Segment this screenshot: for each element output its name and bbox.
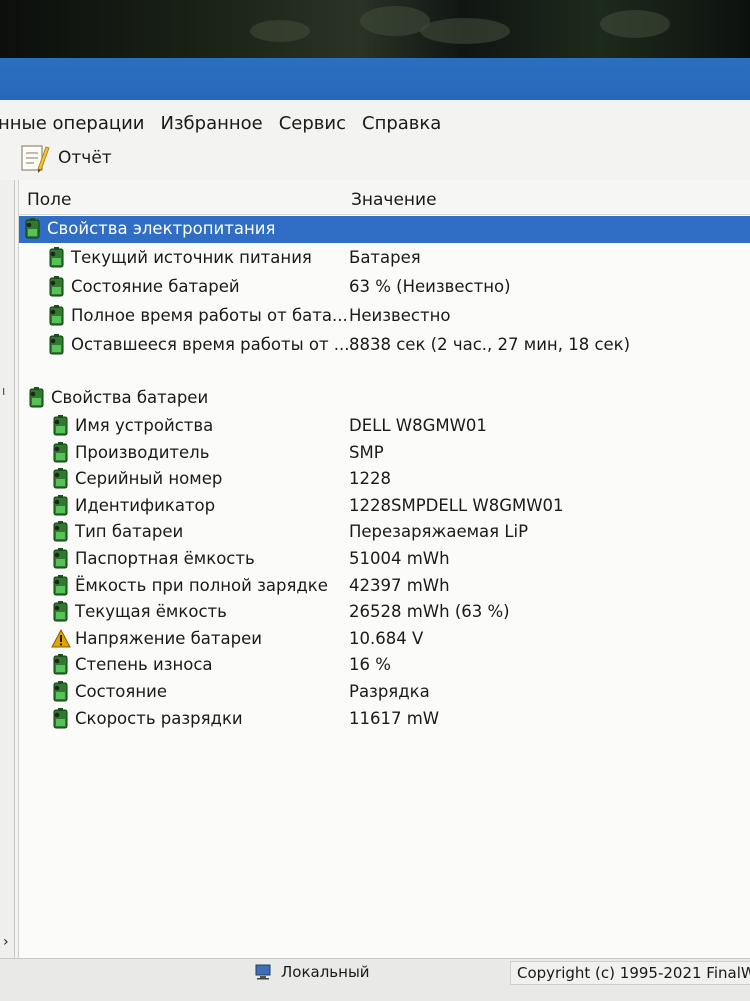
property-name: Степень износа xyxy=(75,655,213,675)
battery-icon xyxy=(51,441,71,464)
table-row[interactable]: Состояние Разрядка xyxy=(19,679,750,706)
table-row[interactable]: Идентификатор 1228SMPDELL W8GMW01 xyxy=(19,493,750,520)
table-row[interactable]: Текущая ёмкость 26528 mWh (63 %) xyxy=(19,599,750,626)
table-row[interactable]: Серийный номер 1228 xyxy=(19,466,750,493)
property-name: Имя устройства xyxy=(75,416,214,435)
field-column-header[interactable]: Поле xyxy=(27,190,72,210)
app-window: нные операции Избранное Сервис Справка О… xyxy=(0,100,750,958)
property-value: Разрядка xyxy=(349,682,430,701)
property-value: Перезаряжаемая LiP xyxy=(349,522,529,542)
table-row[interactable]: Состояние батарей 63 % (Неизвестно) xyxy=(19,274,750,301)
property-name: Текущая ёмкость xyxy=(75,602,227,622)
property-value: 1228SMPDELL W8GMW01 xyxy=(349,495,564,515)
battery-icon xyxy=(51,494,71,517)
table-row[interactable]: Паспортная ёмкость 51004 mWh xyxy=(19,546,750,573)
battery-icon xyxy=(51,548,71,570)
table-row[interactable]: Оставшееся время работы от ... 8838 сек (… xyxy=(19,332,750,359)
property-value: 10.684 V xyxy=(349,628,424,648)
battery-icon xyxy=(47,334,67,356)
warning-icon xyxy=(51,628,71,650)
property-name: Идентификатор xyxy=(75,495,216,515)
table-row[interactable]: Скорость разрядки 11617 mW xyxy=(19,706,750,733)
navigation-pane: ı › xyxy=(0,180,15,958)
menu-bar: нные операции Избранное Сервис Справка xyxy=(0,108,441,140)
property-name: Состояние xyxy=(75,682,167,701)
computer-icon xyxy=(255,964,271,980)
battery-icon xyxy=(51,468,71,490)
battery-icon xyxy=(51,681,71,703)
connection-label: Локальный xyxy=(281,963,370,981)
property-name: Полное время работы от бата... xyxy=(71,306,348,325)
property-value: 8838 сек (2 час., 27 мин, 18 сек) xyxy=(349,335,631,354)
property-value: Неизвестно xyxy=(349,306,451,325)
property-name: Текущий источник питания xyxy=(71,248,312,267)
property-value: 1228 xyxy=(349,469,391,489)
background-scenery xyxy=(0,0,750,60)
battery-icon xyxy=(51,574,71,597)
battery-icon xyxy=(47,247,67,269)
connection-status: Локальный xyxy=(255,963,370,981)
property-name: Свойства электропитания xyxy=(47,219,276,238)
property-name: Тип батареи xyxy=(75,522,184,542)
property-name: Состояние батарей xyxy=(71,277,240,296)
report-button[interactable]: Отчёт xyxy=(18,142,112,174)
battery-icon xyxy=(51,415,71,437)
menu-favorites[interactable]: Избранное xyxy=(161,108,263,140)
report-icon xyxy=(18,142,50,174)
property-value: 11617 mW xyxy=(349,708,440,728)
property-value: 42397 mWh xyxy=(349,575,450,595)
property-name: Оставшееся время работы от ... xyxy=(71,335,350,354)
section-battery-properties[interactable]: Свойства батареи xyxy=(19,385,750,412)
pane-marker: ı xyxy=(2,384,6,398)
property-value: 51004 mWh xyxy=(349,549,450,568)
battery-icon xyxy=(51,654,71,676)
battery-icon xyxy=(47,276,67,298)
report-label: Отчёт xyxy=(58,148,112,168)
property-value: 63 % (Неизвестно) xyxy=(349,277,511,296)
power-icon xyxy=(23,218,43,240)
table-row[interactable]: Имя устройства DELL W8GMW01 xyxy=(19,413,750,440)
property-name: Напряжение батареи xyxy=(75,628,262,648)
table-row[interactable]: Полное время работы от бата... Неизвестно xyxy=(19,303,750,330)
property-value: Батарея xyxy=(349,248,421,267)
property-value: SMP xyxy=(349,442,384,462)
property-value: 26528 mWh (63 %) xyxy=(349,602,510,622)
toolbar: Отчёт xyxy=(0,140,750,178)
menu-help[interactable]: Справка xyxy=(362,108,441,140)
table-row[interactable]: Производитель SMP xyxy=(19,440,750,467)
table-row[interactable]: Тип батареи Перезаряжаемая LiP xyxy=(19,519,750,546)
property-name: Ёмкость при полной зарядке xyxy=(75,575,328,595)
battery-icon xyxy=(51,521,71,543)
battery-icon xyxy=(47,305,67,327)
property-name: Производитель xyxy=(75,442,210,462)
property-name: Свойства батареи xyxy=(51,388,209,407)
battery-icon xyxy=(51,601,71,623)
table-row[interactable]: Текущий источник питания Батарея xyxy=(19,245,750,272)
property-value: DELL W8GMW01 xyxy=(349,416,487,435)
expand-chevron-icon[interactable]: › xyxy=(3,934,9,950)
table-row[interactable]: Напряжение батареи 10.684 V xyxy=(19,626,750,653)
property-name: Скорость разрядки xyxy=(75,708,243,728)
properties-grid: Поле Значение Свойства электропитания Тек… xyxy=(18,180,750,958)
battery-section-icon xyxy=(27,387,47,409)
copyright-text: Copyright (c) 1995-2021 FinalWire xyxy=(510,961,750,985)
value-column-header[interactable]: Значение xyxy=(351,190,437,210)
column-header: Поле Значение xyxy=(19,180,750,215)
table-row[interactable]: Степень износа 16 % xyxy=(19,652,750,679)
table-row[interactable]: Ёмкость при полной зарядке 42397 mWh xyxy=(19,573,750,600)
property-name: Паспортная ёмкость xyxy=(75,549,255,568)
battery-icon xyxy=(51,707,71,730)
section-power-properties[interactable]: Свойства электропитания xyxy=(19,216,750,243)
menu-operations[interactable]: нные операции xyxy=(0,108,145,140)
menu-service[interactable]: Сервис xyxy=(279,108,346,140)
property-value: 16 % xyxy=(349,655,391,675)
status-bar: Локальный Copyright (c) 1995-2021 FinalW… xyxy=(0,958,750,1001)
window-titlebar xyxy=(0,58,750,102)
property-name: Серийный номер xyxy=(75,469,223,489)
